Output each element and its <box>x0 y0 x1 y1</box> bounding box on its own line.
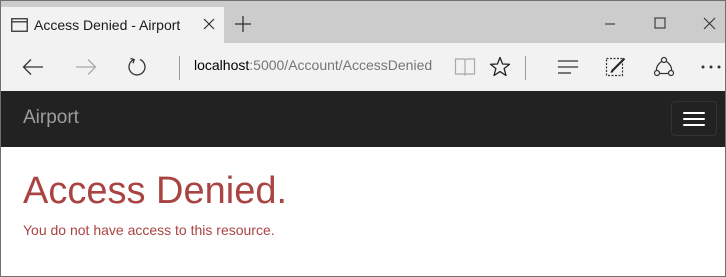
toolbar-separator <box>525 56 526 80</box>
window-close-icon[interactable] <box>701 15 717 31</box>
address-bar-row: localhost:5000/Account/AccessDenied <box>1 43 725 91</box>
hub-icon[interactable] <box>556 55 580 79</box>
address-field[interactable]: localhost:5000/Account/AccessDenied <box>194 57 432 73</box>
address-separator <box>179 56 180 80</box>
new-tab-plus-icon[interactable] <box>234 15 252 33</box>
page-icon <box>10 18 28 33</box>
tab-bar: Access Denied - Airport <box>1 1 725 43</box>
error-message: You do not have access to this resource. <box>23 222 275 238</box>
page-content: Access Denied. You do not have access to… <box>1 147 725 238</box>
address-host: localhost <box>194 57 250 73</box>
refresh-icon[interactable] <box>125 55 149 79</box>
tab-title: Access Denied - Airport <box>34 17 181 33</box>
minimize-icon[interactable] <box>602 15 618 31</box>
site-navbar: Airport <box>1 91 725 147</box>
web-note-icon[interactable] <box>604 55 628 79</box>
forward-icon[interactable] <box>74 55 98 79</box>
hamburger-icon-bar <box>683 117 705 120</box>
favorite-star-icon[interactable] <box>488 55 512 79</box>
maximize-icon[interactable] <box>652 15 668 31</box>
hamburger-icon-bar <box>683 123 705 126</box>
hamburger-icon-bar <box>683 111 705 114</box>
address-path: :5000/Account/AccessDenied <box>249 57 433 73</box>
more-icon[interactable] <box>699 55 723 79</box>
reading-view-icon[interactable] <box>453 55 477 79</box>
page-title: Access Denied. <box>23 170 288 212</box>
share-icon[interactable] <box>652 55 676 79</box>
site-brand-link[interactable]: Airport <box>23 107 79 129</box>
menu-toggle-button[interactable] <box>671 101 717 136</box>
browser-window: Access Denied - Airport localhost:5000/A… <box>0 0 726 277</box>
browser-tab[interactable]: Access Denied - Airport <box>1 7 224 43</box>
back-icon[interactable] <box>21 55 45 79</box>
tab-close-icon[interactable] <box>202 17 216 31</box>
